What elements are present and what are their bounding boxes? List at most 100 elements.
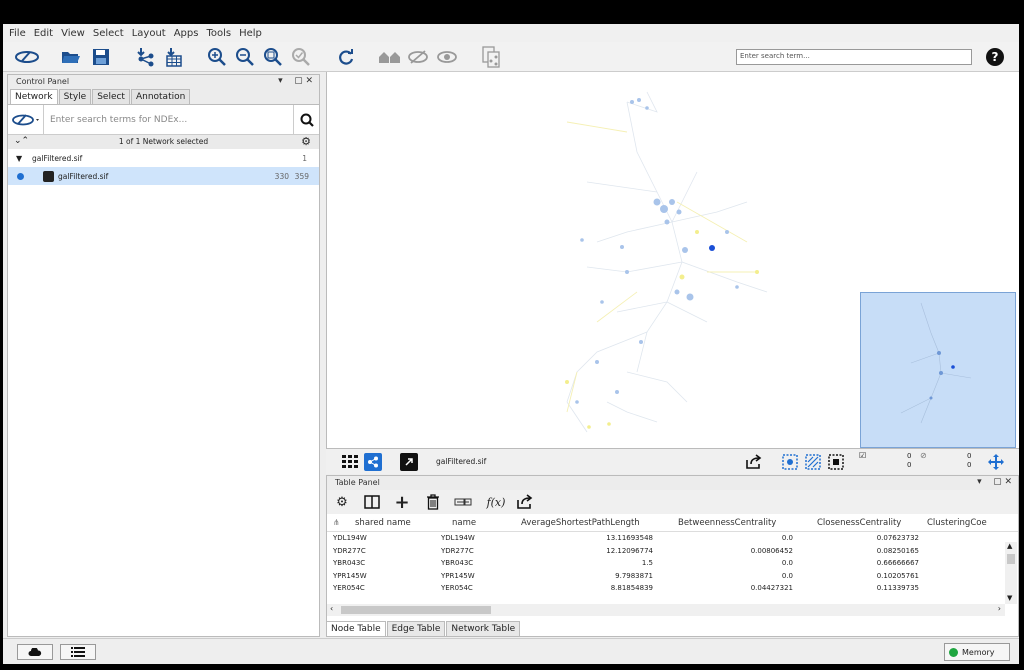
table-row[interactable]: YER054C YER054C 8.81854839 0.04427321 0.… xyxy=(327,582,1018,595)
table-row[interactable]: YDL194W YDL194W 13.11693548 0.0 0.076237… xyxy=(327,532,1018,545)
cell-shared-name: YPR145W xyxy=(333,571,367,580)
collection-row[interactable]: ▼ galFiltered.sif 1 xyxy=(8,149,319,167)
table-panel-title-text: Table Panel xyxy=(335,478,380,487)
function-builder-icon[interactable]: f(x) xyxy=(483,493,509,511)
table-header: ⋔ shared name name AverageShortestPathLe… xyxy=(327,514,1018,532)
network-row[interactable]: galFiltered.sif 330 359 xyxy=(8,167,319,185)
collapse-triangle-icon[interactable]: ▼ xyxy=(16,154,22,163)
network-view-mode-icon[interactable] xyxy=(364,453,382,471)
select-edges-icon[interactable] xyxy=(804,453,822,471)
cell-name: YER054C xyxy=(441,584,473,592)
table-panel-window-controls[interactable]: ▾ ▢ ✕ xyxy=(977,477,1012,487)
control-panel-title-text: Control Panel xyxy=(16,77,70,86)
column-header-shared-name[interactable]: shared name xyxy=(355,518,411,528)
ndex-search-row: Enter search terms for NDEx... xyxy=(8,104,319,135)
menu-file[interactable]: File xyxy=(9,28,26,39)
hide-icon[interactable] xyxy=(407,47,429,67)
panel-window-controls[interactable]: ▾ ▢ ✕ xyxy=(278,76,313,86)
cell-betweenness: 0.0 xyxy=(781,534,793,542)
refresh-icon[interactable] xyxy=(335,47,357,67)
scroll-left-icon[interactable]: ‹ xyxy=(330,604,333,613)
export-table-icon[interactable] xyxy=(516,493,534,511)
scroll-right-icon[interactable]: › xyxy=(998,604,1001,613)
menu-tools[interactable]: Tools xyxy=(206,28,231,39)
vertical-scroll-thumb[interactable] xyxy=(1007,554,1015,564)
open-folder-icon[interactable] xyxy=(60,47,82,67)
home-network-icon[interactable] xyxy=(378,47,404,67)
tab-network[interactable]: Network xyxy=(10,89,58,104)
menu-layout[interactable]: Layout xyxy=(132,28,166,39)
column-layout-icon[interactable] xyxy=(363,493,381,511)
network-overview-minimap[interactable] xyxy=(860,292,1016,448)
help-icon[interactable]: ? xyxy=(986,48,1004,66)
import-table-icon[interactable] xyxy=(162,47,184,67)
zoom-fit-icon[interactable] xyxy=(262,47,284,67)
cell-betweenness: 0.0 xyxy=(781,559,793,567)
ndex-logo-icon[interactable] xyxy=(13,47,41,67)
detach-view-icon[interactable] xyxy=(400,453,418,471)
tab-select[interactable]: Select xyxy=(92,89,130,104)
ndex-search-input[interactable]: Enter search terms for NDEx... xyxy=(44,106,293,134)
tab-edge-table[interactable]: Edge Table xyxy=(386,621,446,637)
column-header-clustering[interactable]: ClusteringCoe xyxy=(927,518,987,528)
zoom-out-icon[interactable] xyxy=(234,47,256,67)
menu-select[interactable]: Select xyxy=(93,28,124,39)
memory-button[interactable]: Memory xyxy=(944,643,1010,661)
table-row[interactable]: YDR277C YDR277C 12.12096774 0.00806452 0… xyxy=(327,545,1018,558)
column-header-name[interactable]: name xyxy=(452,518,476,528)
menu-apps[interactable]: Apps xyxy=(174,28,199,39)
task-list-icon[interactable] xyxy=(60,644,96,660)
control-panel: Control Panel ▾ ▢ ✕ Network Style Select… xyxy=(7,74,320,637)
network-name: galFiltered.sif xyxy=(58,171,109,181)
menu-view[interactable]: View xyxy=(61,28,85,39)
selected-node[interactable] xyxy=(709,245,715,251)
gear-icon[interactable]: ⚙ xyxy=(333,493,351,511)
select-annotations-icon[interactable] xyxy=(827,453,845,471)
hidden-nodes-count: 0 xyxy=(967,452,972,460)
vertical-scrollbar[interactable]: ▲ ▼ xyxy=(1005,542,1017,604)
show-icon[interactable] xyxy=(436,47,458,67)
expand-collapse-icon[interactable]: ⌄⌃ xyxy=(14,136,29,146)
save-icon[interactable] xyxy=(90,47,112,67)
ndex-source-icon[interactable] xyxy=(8,104,44,135)
import-network-icon[interactable] xyxy=(134,47,156,67)
add-column-icon[interactable]: + xyxy=(393,492,411,513)
menu-edit[interactable]: Edit xyxy=(34,28,53,39)
column-header-closeness[interactable]: ClosenessCentrality xyxy=(817,518,901,528)
column-header-betweenness[interactable]: BetweennessCentrality xyxy=(678,518,776,528)
current-network-dot-icon xyxy=(17,172,24,180)
cloud-icon[interactable] xyxy=(17,644,53,660)
menu-help[interactable]: Help xyxy=(239,28,262,39)
grid-view-icon[interactable] xyxy=(341,453,359,471)
horizontal-scroll-thumb[interactable] xyxy=(341,606,491,614)
table-tabs: Node Table Edge Table Network Table xyxy=(326,621,521,637)
zoom-in-icon[interactable] xyxy=(206,47,228,67)
select-nodes-icon[interactable] xyxy=(781,453,799,471)
new-network-from-selection-icon[interactable] xyxy=(480,46,502,68)
table-row[interactable]: YPR145W YPR145W 9.7983871 0.0 0.10205761 xyxy=(327,570,1018,583)
zoom-selected-icon[interactable] xyxy=(290,47,312,67)
network-summary-bar: ⌄⌃ 1 of 1 Network selected ⚙ xyxy=(8,135,319,149)
table-row[interactable]: YBR043C YBR043C 1.5 0.0 0.66666667 xyxy=(327,557,1018,570)
cell-avg-path: 8.81854839 xyxy=(610,584,653,592)
column-header-average-shortest-path[interactable]: AverageShortestPathLength xyxy=(521,518,640,528)
horizontal-scrollbar[interactable]: ‹ › xyxy=(327,604,1005,616)
cell-shared-name: YDL194W xyxy=(333,534,367,542)
search-input[interactable]: Enter search term... xyxy=(736,49,972,65)
scroll-down-icon[interactable]: ▼ xyxy=(1007,594,1012,602)
tab-style[interactable]: Style xyxy=(58,89,92,104)
memory-label: Memory xyxy=(962,647,995,657)
tab-network-table[interactable]: Network Table xyxy=(446,621,521,637)
tab-annotation[interactable]: Annotation xyxy=(130,89,191,104)
gear-icon[interactable]: ⚙ xyxy=(301,135,311,148)
scroll-up-icon[interactable]: ▲ xyxy=(1007,542,1012,550)
cell-betweenness: 0.0 xyxy=(781,571,793,580)
export-share-icon[interactable] xyxy=(745,453,763,471)
delete-column-icon[interactable] xyxy=(424,493,442,511)
tab-node-table[interactable]: Node Table xyxy=(326,621,386,637)
navigate-crosshair-icon[interactable] xyxy=(987,453,1005,471)
selected-edges-count: 0 xyxy=(907,461,912,469)
network-canvas[interactable] xyxy=(326,72,1019,472)
link-table-icon[interactable] xyxy=(454,493,472,511)
search-icon[interactable] xyxy=(293,104,319,135)
